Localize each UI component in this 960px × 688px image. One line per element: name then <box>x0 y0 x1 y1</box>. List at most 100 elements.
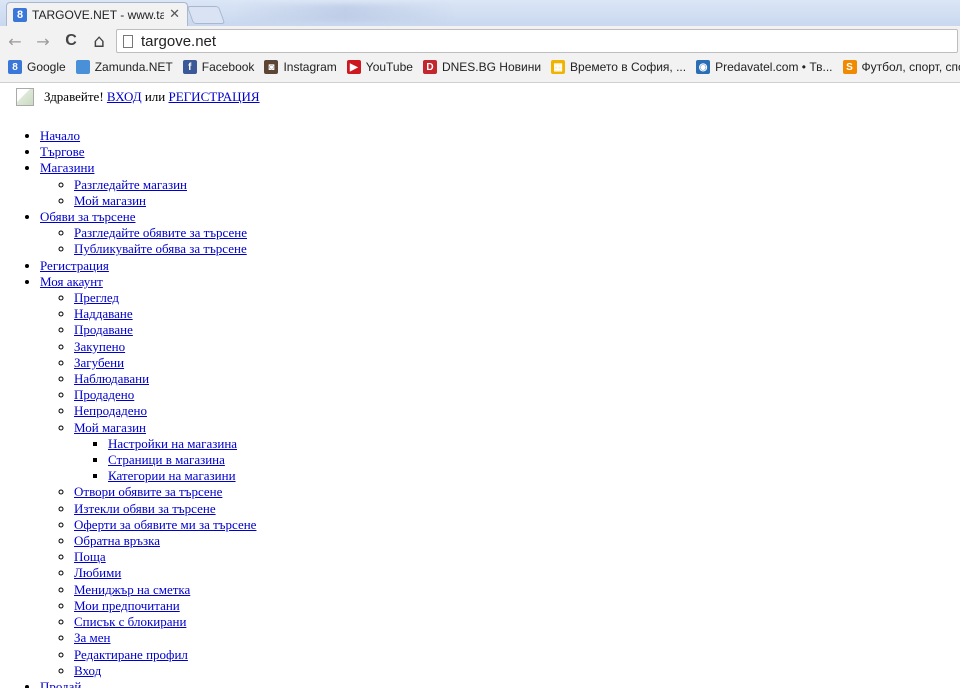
bookmark-item[interactable]: f Facebook <box>182 60 254 74</box>
submenu: Разгледайте магазинМой магазин <box>40 177 256 209</box>
register-link[interactable]: РЕГИСТРАЦИЯ <box>169 89 260 105</box>
menu-item: Продаване <box>74 322 256 338</box>
menu-item: Разгледайте обявите за търсене <box>74 225 256 241</box>
url-input[interactable] <box>141 32 841 50</box>
menu-link[interactable]: Начало <box>40 128 80 143</box>
menu-link[interactable]: Мой магазин <box>74 193 146 208</box>
submenu: ПрегледНаддаванеПродаване ЗакупеноЗагубен… <box>40 290 256 679</box>
menu-link[interactable]: Моя акаунт <box>40 274 103 289</box>
tab-title: TARGOVE.NET - www.targ <box>32 7 164 22</box>
menu-item: Редактиране профил <box>74 647 256 663</box>
menu-link[interactable]: Продай <box>40 679 81 688</box>
menu-link[interactable]: Обратна връзка <box>74 533 160 548</box>
menu-link[interactable]: Мениджър на сметка <box>74 582 190 597</box>
menu-link[interactable]: Наблюдавани <box>74 371 149 386</box>
menu-link[interactable]: Разгледайте обявите за търсене <box>74 225 247 240</box>
new-tab-button[interactable] <box>186 6 226 24</box>
close-tab-icon[interactable]: ✕ <box>169 6 180 22</box>
instagram-icon: ◙ <box>264 60 279 74</box>
menu-link[interactable]: Търгове <box>40 144 85 159</box>
menu-link[interactable]: Отвори обявите за търсене <box>74 484 222 499</box>
menu-item: Моя акаунтПрегледНаддаванеПродаване Закуп… <box>40 274 256 679</box>
home-icon[interactable]: ⌂ <box>88 30 110 52</box>
menu-link[interactable]: Мой магазин <box>74 420 146 435</box>
menu-item: Страници в магазина <box>108 452 256 468</box>
menu-link[interactable]: Настройки на магазина <box>108 436 237 451</box>
sport-icon: S <box>842 60 857 74</box>
back-arrow-icon[interactable]: ← <box>4 30 26 52</box>
main-menu: НачалоТърговеМагазини Разгледайте магазин… <box>0 128 256 688</box>
bookmark-label: YouTube <box>365 60 413 74</box>
menu-item: Магазини Разгледайте магазинМой магазин <box>40 160 256 209</box>
menu-link[interactable]: Преглед <box>74 290 119 305</box>
browser-tab[interactable]: 8 TARGOVE.NET - www.targ ✕ <box>6 2 188 26</box>
menu-item: Регистрация <box>40 258 256 274</box>
menu-item: Закупено <box>74 339 256 355</box>
menu-link[interactable]: Обяви за търсене <box>40 209 136 224</box>
facebook-icon: f <box>182 60 197 74</box>
bookmark-item[interactable]: ▶ YouTube <box>346 60 413 74</box>
menu-item: Мой магазинНастройки на магазинаСтраници… <box>74 420 256 485</box>
menu-item: Поща <box>74 549 256 565</box>
greeting-text: Здравейте! <box>44 89 104 104</box>
menu-link[interactable]: Магазини <box>40 160 94 175</box>
login-link[interactable]: ВХОД <box>107 89 142 105</box>
bookmark-item[interactable]: 8 Google <box>8 60 66 74</box>
or-text: или <box>144 89 166 104</box>
menu-item: Продадено <box>74 387 256 403</box>
menu-link[interactable]: Оферти за обявите ми за търсене <box>74 517 256 532</box>
reload-icon[interactable]: C <box>60 30 82 52</box>
menu-link[interactable]: Поща <box>74 549 106 564</box>
menu-item: Непродадено <box>74 403 256 419</box>
bookmark-item[interactable]: D DNES.BG Новини <box>422 60 541 74</box>
menu-link[interactable]: Любими <box>74 565 121 580</box>
submenu: Настройки на магазинаСтраници в магазина… <box>74 436 256 485</box>
bookmark-label: Zamunda.NET <box>94 60 173 74</box>
menu-link[interactable]: За мен <box>74 630 111 645</box>
menu-item: Отвори обявите за търсене <box>74 484 256 500</box>
menu-item: Разгледайте магазин <box>74 177 256 193</box>
bookmark-item[interactable]: ◉ Predavatel.com • Тв... <box>696 60 833 74</box>
dnes-icon: D <box>422 60 437 74</box>
weather-icon: ▦ <box>551 60 566 74</box>
menu-link[interactable]: Редактиране профил <box>74 647 188 662</box>
menu-item: Публикувайте обява за търсене <box>74 241 256 257</box>
menu-link[interactable]: Страници в магазина <box>108 452 225 467</box>
blurred-tab-area <box>235 4 455 22</box>
menu-link[interactable]: Публикувайте обява за търсене <box>74 241 247 256</box>
menu-item: Изтекли обяви за търсене <box>74 501 256 517</box>
google-favicon-icon: 8 <box>13 7 27 22</box>
bookmark-item[interactable]: ▦ Времето в София, ... <box>551 60 686 74</box>
address-bar[interactable] <box>116 29 958 53</box>
menu-item: Начало <box>40 128 256 144</box>
menu-link[interactable]: Наддаване <box>74 306 133 321</box>
page-icon <box>123 34 133 48</box>
menu-item: Мои предпочитани <box>74 598 256 614</box>
bookmark-item[interactable]: S Футбол, спорт, спо... <box>842 60 960 74</box>
bookmark-item[interactable]: ◙ Instagram <box>264 60 337 74</box>
menu-link[interactable]: Списък с блокирани <box>74 614 186 629</box>
menu-link[interactable]: Продаване <box>74 322 133 337</box>
bookmark-label: Instagram <box>283 60 337 74</box>
page-content: Здравейте! ВХОД или РЕГИСТРАЦИЯ НачалоТъ… <box>0 82 960 688</box>
bookmark-label: Google <box>27 60 66 74</box>
forward-arrow-icon[interactable]: → <box>32 30 54 52</box>
menu-item: Преглед <box>74 290 256 306</box>
menu-item: Обратна връзка <box>74 533 256 549</box>
menu-link[interactable]: Разгледайте магазин <box>74 177 187 192</box>
greeting-bar: Здравейте! ВХОД или РЕГИСТРАЦИЯ <box>16 88 260 106</box>
broken-image-icon <box>16 88 34 106</box>
menu-link[interactable]: Регистрация <box>40 258 109 273</box>
menu-link[interactable]: Непродадено <box>74 403 147 418</box>
bookmark-item[interactable]: Zamunda.NET <box>75 60 173 74</box>
menu-link[interactable]: Продадено <box>74 387 134 402</box>
menu-link[interactable]: Мои предпочитани <box>74 598 180 613</box>
menu-link[interactable]: Закупено <box>74 339 125 354</box>
predavatel-icon: ◉ <box>696 60 711 74</box>
menu-link[interactable]: Изтекли обяви за търсене <box>74 501 216 516</box>
bookmark-label: Predavatel.com • Тв... <box>715 60 833 74</box>
menu-link[interactable]: Вход <box>74 663 101 678</box>
menu-link[interactable]: Загубени <box>74 355 124 370</box>
browser-chrome: 8 TARGOVE.NET - www.targ ✕ ← → C ⌂ 8 Goog… <box>0 0 960 83</box>
menu-link[interactable]: Категории на магазини <box>108 468 236 483</box>
